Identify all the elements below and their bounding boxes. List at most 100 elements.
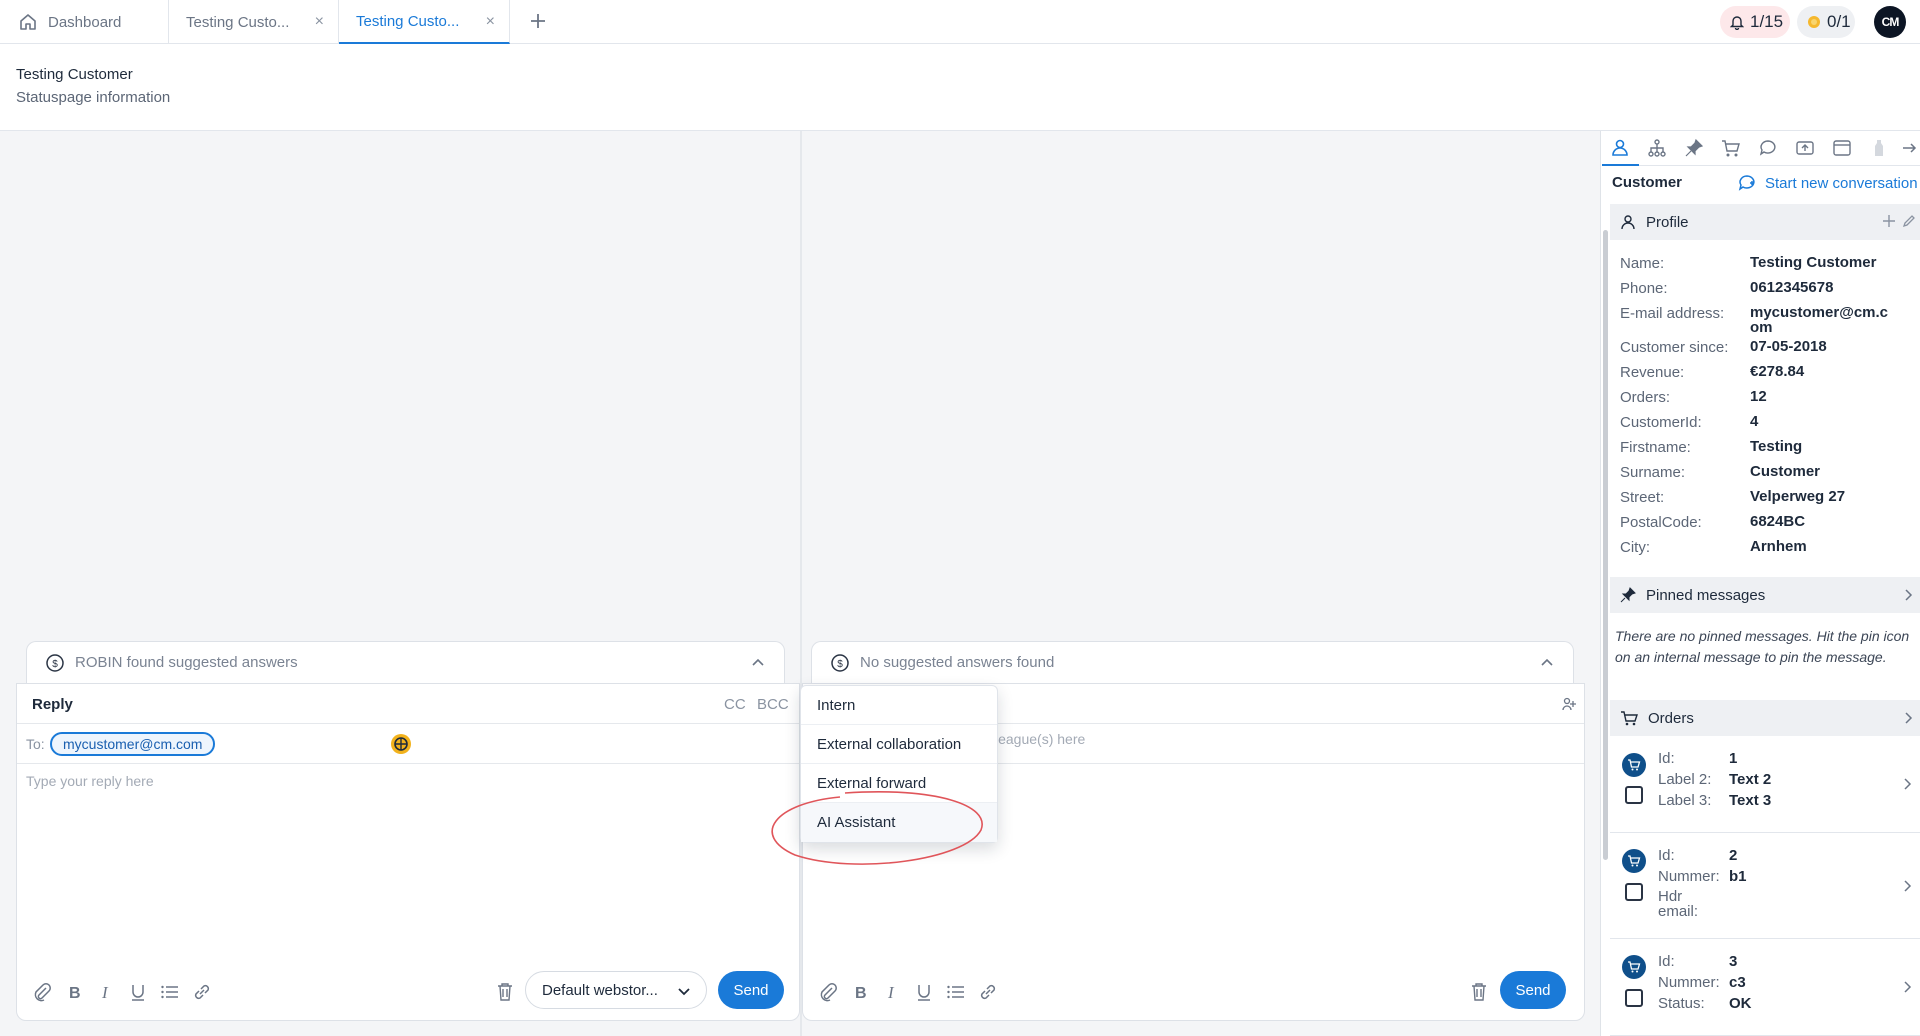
chevron-right-icon [1902,980,1912,994]
recipient-chip[interactable]: mycustomer@cm.com [50,732,216,756]
pinned-section-header[interactable]: Pinned messages [1610,577,1920,613]
order-field-label: Hdr email: [1658,888,1699,920]
availability-badge[interactable]: 0/1 [1797,6,1855,38]
close-icon[interactable]: × [486,13,495,31]
edit-icon[interactable] [1902,214,1916,228]
chevron-up-icon[interactable] [1539,655,1555,671]
customer-label: Customer [1612,174,1683,191]
italic-icon[interactable]: I [95,981,117,1003]
bottle-icon[interactable] [1869,138,1889,158]
suggested-answers-text: No suggested answers found [860,654,1055,671]
link-icon[interactable] [191,981,213,1003]
list-icon[interactable] [945,981,967,1003]
reply-input[interactable]: Type your reply here [26,773,154,789]
menu-item-external-collaboration[interactable]: External collaboration [801,725,997,764]
attachment-icon[interactable] [817,981,839,1003]
profile-section-header[interactable]: Profile [1610,204,1920,240]
field-value: Testing [1750,438,1803,455]
svg-text:I: I [887,983,895,1002]
plus-icon[interactable] [1882,214,1896,228]
tab-customer-2[interactable]: Testing Custo... × [339,0,510,44]
field-value: mycustomer@cm.com [1750,304,1889,336]
colleague-input[interactable]: league(s) here [995,731,1085,747]
cart-icon[interactable] [1721,138,1741,158]
person-icon [1620,214,1636,230]
reply-mode-label[interactable]: Reply [32,696,73,713]
arrow-right-icon[interactable] [1900,138,1920,158]
template-select[interactable]: Default webstor... [525,971,707,1009]
send-button[interactable]: Send [1500,971,1566,1009]
tab-dashboard[interactable]: Dashboard [0,0,169,44]
underline-icon[interactable] [913,981,935,1003]
order-checkbox[interactable] [1625,989,1643,1007]
start-new-conversation-label: Start new conversation [1765,174,1918,192]
chevron-right-icon [1902,711,1914,725]
suggested-answers-bar-right[interactable]: $ No suggested answers found [811,641,1574,683]
field-value: Arnhem [1750,538,1807,555]
chevron-right-icon [1902,777,1912,791]
field-label: Customer since: [1620,339,1729,356]
close-icon[interactable]: × [315,13,324,31]
order-card[interactable]: Id: 3 Nummer: c3 Status: OK [1610,940,1920,1036]
active-tab-indicator [1602,164,1639,166]
chevron-right-icon [1902,879,1912,893]
order-field-label: Nummer: [1658,974,1720,991]
orders-section-header[interactable]: Orders [1610,700,1920,736]
order-card[interactable]: Id: 2 Nummer: b1 Hdr email: [1610,834,1920,939]
order-field-label: Label 2: [1658,771,1712,788]
composer-toolbar: B I Send [803,962,1584,1020]
trash-icon[interactable] [1468,981,1490,1003]
trash-icon[interactable] [494,981,516,1003]
hierarchy-icon[interactable] [1647,138,1667,158]
slot-count: 0/1 [1827,12,1851,31]
upload-icon[interactable] [1795,138,1815,158]
italic-icon[interactable]: I [881,981,903,1003]
extension-icon[interactable] [390,733,412,755]
order-field-value: Text 3 [1729,792,1772,809]
add-tab-icon[interactable] [526,9,550,33]
person-icon[interactable] [1610,138,1630,158]
chat-icon[interactable] [1758,138,1778,158]
underline-icon[interactable] [127,981,149,1003]
order-checkbox[interactable] [1625,786,1643,804]
pin-icon[interactable] [1684,138,1704,158]
attachment-icon[interactable] [31,981,53,1003]
field-label: City: [1620,539,1650,556]
order-card[interactable]: Id: 1 Label 2: Text 2 Label 3: Text 3 [1610,737,1920,833]
sidebar-tab-icons [1602,131,1920,166]
tab-customer-1[interactable]: Testing Custo... × [169,0,339,44]
chevron-up-icon[interactable] [750,655,766,671]
order-field-label: Id: [1658,847,1675,864]
avatar[interactable]: CM [1874,6,1906,38]
to-row: To: mycustomer@cm.com [17,724,799,764]
bell-count: 1/15 [1750,12,1784,31]
field-label: Phone: [1620,280,1668,297]
menu-item-intern[interactable]: Intern [801,686,997,725]
notification-badge[interactable]: 1/15 [1720,6,1790,38]
sidebar-scrollbar[interactable] [1603,230,1608,860]
field-value: 6824BC [1750,513,1806,530]
order-field-label: Status: [1658,995,1705,1012]
tab-label: Testing Custo... [186,13,290,31]
link-icon[interactable] [977,981,999,1003]
sidebar-divider [1600,131,1601,1036]
pinned-empty-message: There are no pinned messages. Hit the pi… [1615,628,1910,665]
bell-icon [1730,14,1744,30]
calendar-icon[interactable] [1832,138,1852,158]
send-button[interactable]: Send [718,971,784,1009]
bcc-button[interactable]: BCC [757,696,789,713]
tab-label: Dashboard [48,13,122,31]
list-icon[interactable] [159,981,181,1003]
field-value: 07-05-2018 [1750,338,1827,355]
svg-text:I: I [101,983,109,1002]
order-field-label: Label 3: [1658,792,1712,809]
mention-icon[interactable] [1561,696,1577,712]
start-new-conversation-button[interactable]: Start new conversation [1738,174,1918,192]
field-value: Testing Customer [1750,254,1877,271]
cc-button[interactable]: CC [724,696,746,713]
order-checkbox[interactable] [1625,883,1643,901]
suggested-answers-bar[interactable]: $ ROBIN found suggested answers [26,641,785,683]
bold-icon[interactable]: B [849,981,871,1003]
bold-icon[interactable]: B [63,981,85,1003]
suggestion-icon: $ [830,653,850,673]
